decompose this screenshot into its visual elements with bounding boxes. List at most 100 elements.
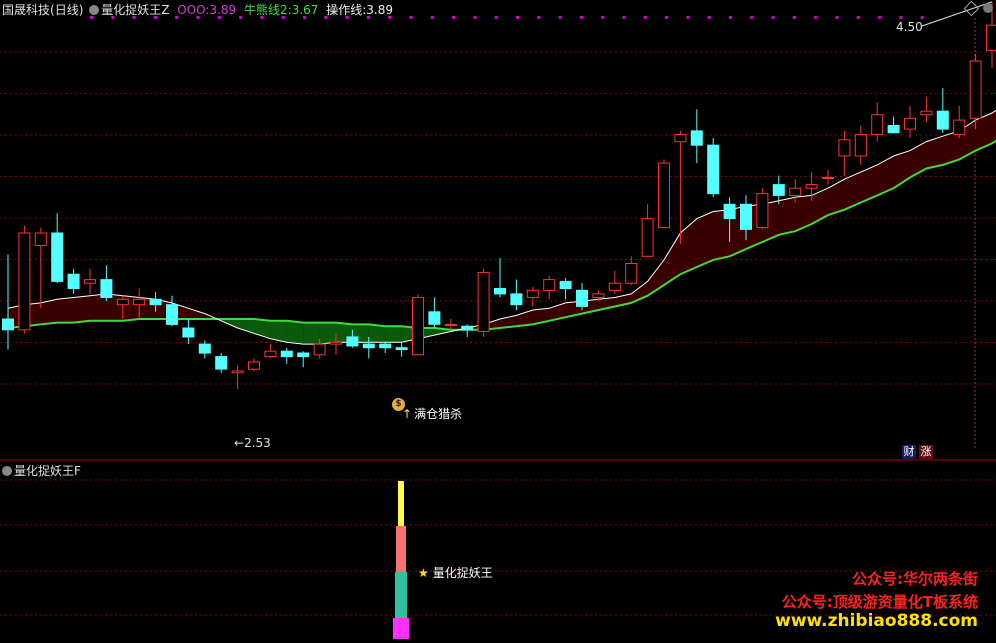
candle-down <box>52 233 63 281</box>
watermark-line3: www.zhibiao888.com <box>775 611 978 631</box>
bear-band-segment <box>238 319 254 333</box>
candle-down <box>495 289 506 294</box>
bear-band-segment <box>320 323 336 345</box>
candle-up <box>855 135 866 157</box>
bull-band-segment <box>680 219 696 275</box>
candle-down <box>150 299 161 304</box>
period-label: (日线) <box>50 3 83 17</box>
magenta-marker <box>921 16 924 19</box>
badge-cai[interactable]: 财 <box>902 445 916 459</box>
bull-line2-label: 牛熊线2: <box>244 3 292 17</box>
indicator-name: 量化捉妖王Z <box>101 3 169 17</box>
chart-canvas <box>0 0 996 639</box>
low-price-label: 2.53 <box>244 436 271 450</box>
settings-dot-icon[interactable] <box>983 3 993 13</box>
candle-up <box>593 294 604 298</box>
high-pointer-line <box>922 2 992 26</box>
candle-down <box>691 131 702 145</box>
candle-down <box>281 351 292 356</box>
bull-band-segment <box>697 212 713 268</box>
candle-down <box>101 280 112 298</box>
candle-down <box>363 344 374 348</box>
candle-up <box>905 118 916 129</box>
candle-up <box>19 233 30 330</box>
stock-name: 国晟科技 <box>2 3 50 17</box>
candle-down <box>396 348 407 350</box>
candle-up <box>609 283 620 290</box>
candle-up <box>675 135 686 142</box>
bull-band-segment <box>779 197 795 235</box>
magenta-marker <box>473 16 476 19</box>
magenta-marker <box>410 16 413 19</box>
candle-down <box>347 337 358 346</box>
star-icon: ★ <box>418 566 429 580</box>
collapse-icon[interactable] <box>89 5 99 15</box>
magenta-marker <box>750 16 753 19</box>
candle-down <box>3 319 14 330</box>
sub-indicator-name: 量化捉妖王F <box>14 464 81 478</box>
watermark-line1: 公众号:华尔两条街 <box>852 568 978 589</box>
magenta-marker <box>729 16 732 19</box>
candle-down <box>167 305 178 325</box>
ooo-label: OOO: <box>177 3 209 17</box>
bull-line2-value: 3.67 <box>292 3 319 17</box>
magenta-marker <box>686 16 689 19</box>
low-price-arrow-label: ←2.53 <box>234 436 271 450</box>
candle-up <box>314 344 325 355</box>
candle-up <box>134 299 145 304</box>
signal-bar-yellow <box>398 481 404 526</box>
signal-text: 满仓猎杀 <box>414 407 462 421</box>
candle-up <box>35 233 46 246</box>
signal-bar-magenta <box>393 618 409 639</box>
candle-down <box>380 344 391 348</box>
bull-band-segment <box>41 299 57 324</box>
sub-header: 量化捉妖王F <box>2 464 81 478</box>
candle-down <box>511 294 522 305</box>
candle-up <box>413 298 424 355</box>
bull-band-segment <box>188 308 204 319</box>
sub-signal-row: ★ 量化捉妖王 <box>418 566 493 580</box>
bear-band-segment <box>369 324 385 342</box>
magenta-marker <box>580 16 583 19</box>
magenta-marker <box>623 16 626 19</box>
candle-down <box>183 328 194 337</box>
bull-band-segment <box>992 102 996 143</box>
magenta-marker <box>836 16 839 19</box>
candle-up <box>872 115 883 135</box>
candle-down <box>199 344 210 353</box>
candle-down <box>741 204 752 229</box>
candle-up <box>85 280 96 284</box>
signal-bar-red <box>396 526 406 572</box>
ooo-value: 3.89 <box>209 3 236 17</box>
candle-up <box>445 324 456 325</box>
chart-stage: 国晟科技(日线) 量化捉妖王Z OOO:3.89 牛熊线2:3.67 操作线:3… <box>0 0 996 639</box>
badge-zhang[interactable]: 涨 <box>919 445 933 459</box>
sub-signal-text: 量化捉妖王 <box>433 566 493 580</box>
candle-up <box>790 188 801 195</box>
candle-up <box>954 120 965 134</box>
candle-up <box>757 194 768 228</box>
bull-band-segment <box>57 298 73 323</box>
candle-down <box>298 353 309 357</box>
magenta-marker <box>452 16 455 19</box>
magenta-marker <box>899 16 902 19</box>
ma-fill-layer <box>8 90 996 344</box>
candle-up <box>232 371 243 373</box>
magenta-marker <box>772 16 775 19</box>
sub-collapse-icon[interactable] <box>2 466 12 476</box>
candle-up <box>117 299 128 304</box>
candle-up <box>265 351 276 356</box>
operation-line-label: 操作线: <box>326 3 366 17</box>
magenta-marker <box>793 16 796 19</box>
candle-up <box>331 342 342 344</box>
magenta-marker <box>537 16 540 19</box>
magenta-marker <box>665 16 668 19</box>
magenta-marker <box>878 16 881 19</box>
bull-band-segment <box>74 296 90 323</box>
candle-down <box>216 357 227 370</box>
bear-band-segment <box>287 321 303 344</box>
operation-line-value: 3.89 <box>366 3 393 17</box>
candle-up <box>626 264 637 284</box>
candle-up <box>527 290 538 297</box>
candle-down <box>560 281 571 288</box>
